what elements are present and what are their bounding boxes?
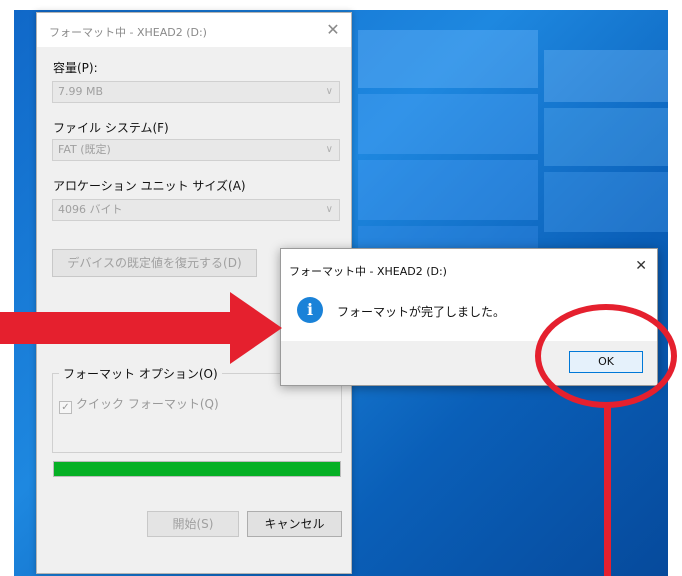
chevron-down-icon: ∨	[325, 204, 333, 215]
start-button[interactable]: 開始(S)	[147, 511, 239, 537]
quick-format-label: クイック フォーマット(Q)	[76, 397, 219, 411]
allocation-unit-select[interactable]: 4096 バイト ∨	[52, 199, 340, 221]
format-title-bar: フォーマット中 - XHEAD2 (D:) ✕	[37, 13, 351, 47]
ok-highlight-circle	[535, 304, 677, 408]
dialog-message: フォーマットが完了しました。	[337, 305, 506, 319]
allocation-unit-value: 4096 バイト	[58, 203, 123, 216]
capacity-label: 容量(P):	[53, 61, 98, 75]
filesystem-value: FAT (既定)	[58, 143, 111, 156]
windows-logo-pane	[544, 108, 668, 166]
red-arrow-annotation	[0, 292, 282, 364]
callout-line	[604, 406, 611, 576]
info-icon: i	[297, 297, 323, 323]
windows-logo-pane	[358, 94, 538, 154]
capacity-select[interactable]: 7.99 MB ∨	[52, 81, 340, 103]
close-icon[interactable]: ✕	[323, 20, 343, 40]
chevron-down-icon: ∨	[325, 86, 333, 97]
quick-format-checkbox[interactable]: ✓ クイック フォーマット(Q)	[59, 395, 219, 414]
windows-logo-pane	[544, 172, 668, 232]
restore-defaults-button[interactable]: デバイスの既定値を復元する(D)	[52, 249, 257, 277]
filesystem-select[interactable]: FAT (既定) ∨	[52, 139, 340, 161]
chevron-down-icon: ∨	[325, 144, 333, 155]
allocation-unit-label: アロケーション ユニット サイズ(A)	[53, 179, 246, 193]
checkmark-icon: ✓	[59, 401, 72, 414]
format-window-title: フォーマット中 - XHEAD2 (D:)	[49, 26, 207, 39]
progress-fill	[54, 462, 340, 476]
windows-logo-pane	[544, 50, 668, 102]
close-icon[interactable]: ✕	[635, 258, 647, 274]
cancel-button[interactable]: キャンセル	[247, 511, 342, 537]
capacity-value: 7.99 MB	[58, 85, 104, 98]
windows-logo-pane	[358, 160, 538, 220]
windows-logo-pane	[358, 30, 538, 88]
format-progress-bar	[53, 461, 341, 477]
dialog-title: フォーマット中 - XHEAD2 (D:)	[289, 265, 447, 278]
filesystem-label: ファイル システム(F)	[53, 121, 169, 135]
